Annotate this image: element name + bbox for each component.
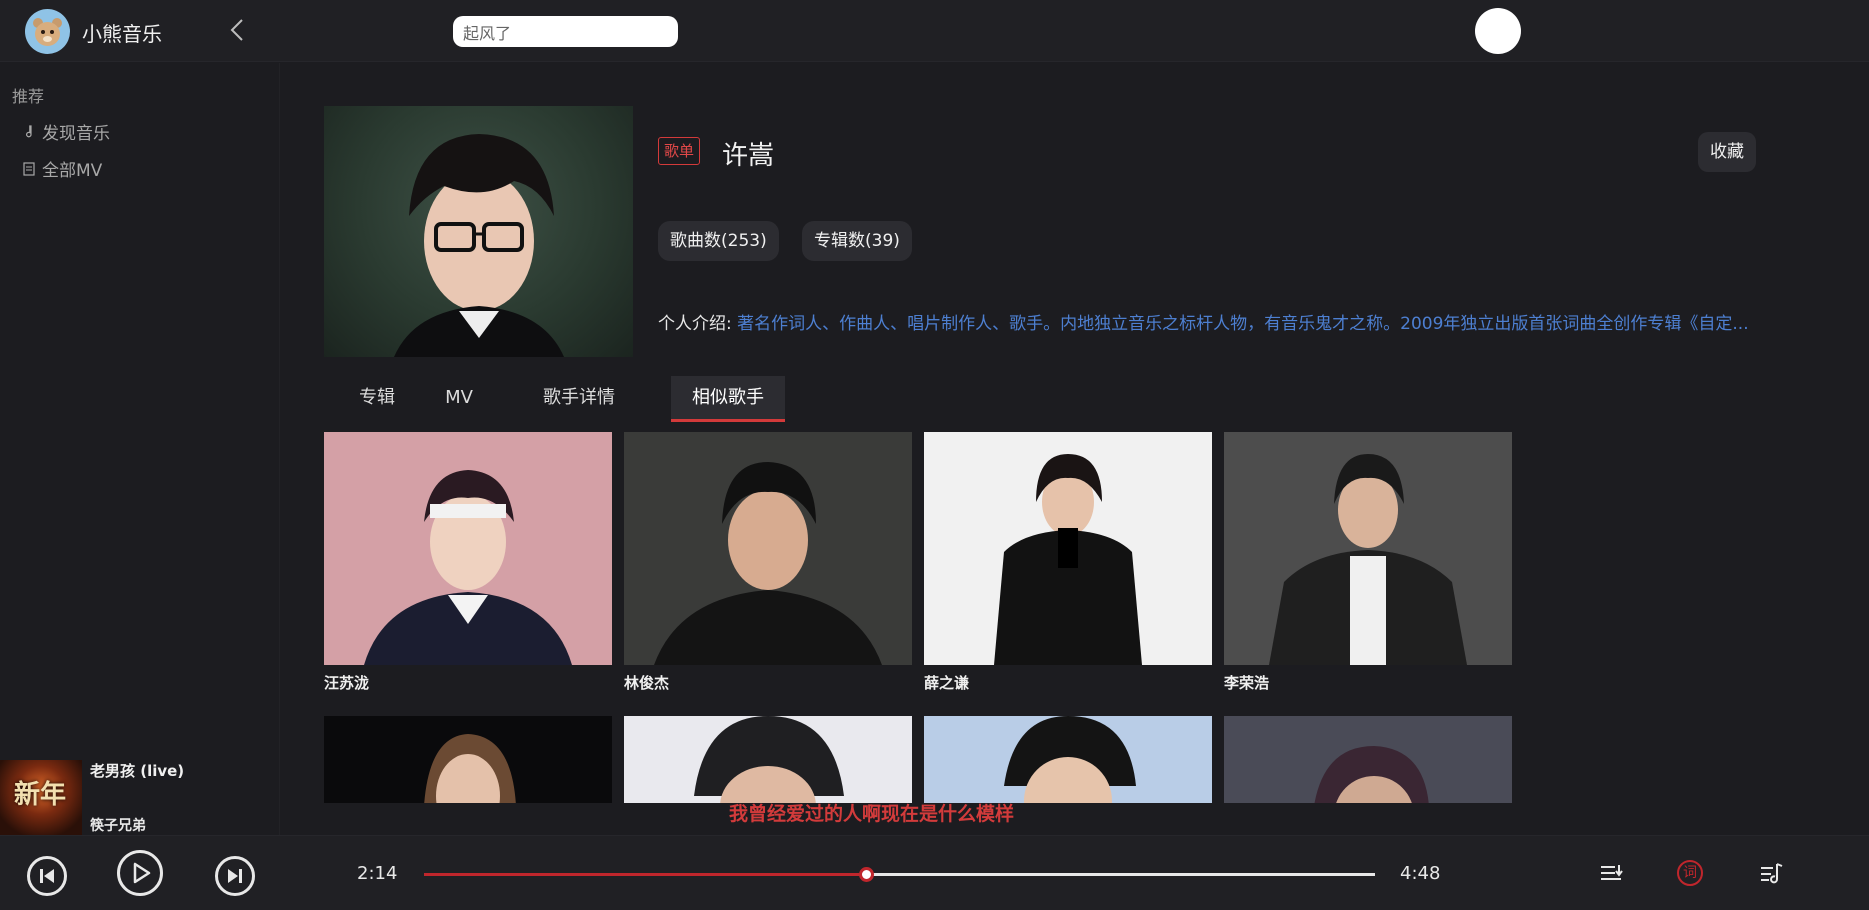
- next-button[interactable]: [215, 856, 255, 896]
- now-playing[interactable]: 新年 老男孩 (live) 筷子兄弟: [0, 758, 280, 835]
- tab-albums[interactable]: 专辑: [342, 376, 412, 422]
- now-playing-cover[interactable]: 新年: [0, 760, 82, 835]
- artist-card-photo[interactable]: [624, 432, 912, 665]
- current-time: 2:14: [357, 863, 398, 884]
- artist-card-photo[interactable]: [1224, 432, 1512, 665]
- artist-card-photo[interactable]: [324, 432, 612, 665]
- next-icon: [228, 869, 242, 883]
- artist-card-name[interactable]: 汪苏泷: [324, 672, 369, 693]
- lyrics-toggle-button[interactable]: 词: [1677, 860, 1703, 886]
- progress-handle[interactable]: [859, 867, 875, 882]
- artist-photo: [324, 106, 633, 357]
- intro-label: 个人介绍:: [658, 314, 732, 334]
- artist-card-name[interactable]: 薛之谦: [924, 672, 969, 693]
- back-arrow-icon[interactable]: [224, 16, 252, 44]
- sidebar-item-label: 发现音乐: [42, 124, 110, 144]
- progress-slider[interactable]: [424, 867, 1375, 882]
- sidebar-section-title: 推荐: [12, 87, 45, 106]
- total-time: 4:48: [1400, 863, 1441, 884]
- user-avatar[interactable]: [1475, 8, 1521, 54]
- progress-fill: [424, 873, 867, 876]
- intro-text[interactable]: 著名作词人、作曲人、唱片制作人、歌手。内地独立音乐之标杆人物，有音乐鬼才之称。2…: [737, 314, 1748, 334]
- app-name: 小熊音乐: [82, 22, 162, 46]
- playlist-tag: 歌单: [658, 137, 701, 165]
- document-icon: [23, 161, 35, 176]
- main-content: 歌单 许嵩 收藏 歌曲数(253) 专辑数(39) 个人介绍: 著名作词人、作曲…: [281, 63, 1869, 803]
- previous-button[interactable]: [27, 856, 67, 896]
- artist-card-photo[interactable]: [1224, 716, 1512, 803]
- app-window: 小熊音乐 推荐 发现音乐 全部MV 新年 老男孩 (live) 筷子兄弟: [0, 0, 1869, 910]
- tab-mv[interactable]: MV: [424, 376, 494, 422]
- song-count-button[interactable]: 歌曲数(253): [658, 221, 779, 261]
- lyric-line: 我曾经爱过的人啊现在是什么模样: [729, 803, 1015, 825]
- player-bar: 2:14 4:48 词: [0, 835, 1869, 910]
- search-input[interactable]: [453, 16, 678, 47]
- artist-card-photo[interactable]: [924, 716, 1212, 803]
- app-logo-icon[interactable]: [25, 9, 70, 54]
- artist-name: 许嵩: [722, 141, 775, 171]
- favorite-button[interactable]: 收藏: [1698, 132, 1756, 172]
- sidebar-item-all-mv[interactable]: 全部MV: [22, 156, 102, 181]
- tab-artist-details[interactable]: 歌手详情: [509, 376, 649, 422]
- album-count-button[interactable]: 专辑数(39): [802, 221, 912, 261]
- music-queue-icon[interactable]: [1757, 860, 1785, 888]
- artist-card-photo[interactable]: [924, 432, 1212, 665]
- artist-card-name[interactable]: 林俊杰: [624, 672, 669, 693]
- sidebar-item-label: 全部MV: [42, 161, 103, 181]
- artist-card-photo[interactable]: [324, 716, 612, 803]
- now-playing-title: 老男孩 (live): [90, 762, 185, 780]
- tab-similar-artists[interactable]: 相似歌手: [671, 376, 785, 422]
- artist-intro[interactable]: 个人介绍: 著名作词人、作曲人、唱片制作人、歌手。内地独立音乐之标杆人物，有音乐…: [658, 309, 1778, 334]
- play-icon: [133, 862, 151, 884]
- play-button[interactable]: [117, 850, 163, 896]
- sidebar-item-discover[interactable]: 发现音乐: [22, 119, 110, 144]
- playlist-download-icon[interactable]: [1597, 860, 1625, 888]
- previous-icon: [40, 869, 54, 883]
- now-playing-artist: 筷子兄弟: [90, 818, 146, 834]
- top-bar: 小熊音乐: [0, 0, 1869, 62]
- music-note-icon: [26, 124, 32, 137]
- sidebar: 推荐 发现音乐 全部MV 新年 老男孩 (live) 筷子兄弟: [0, 63, 280, 835]
- artist-card-name[interactable]: 李荣浩: [1224, 672, 1269, 693]
- artist-card-photo[interactable]: [624, 716, 912, 803]
